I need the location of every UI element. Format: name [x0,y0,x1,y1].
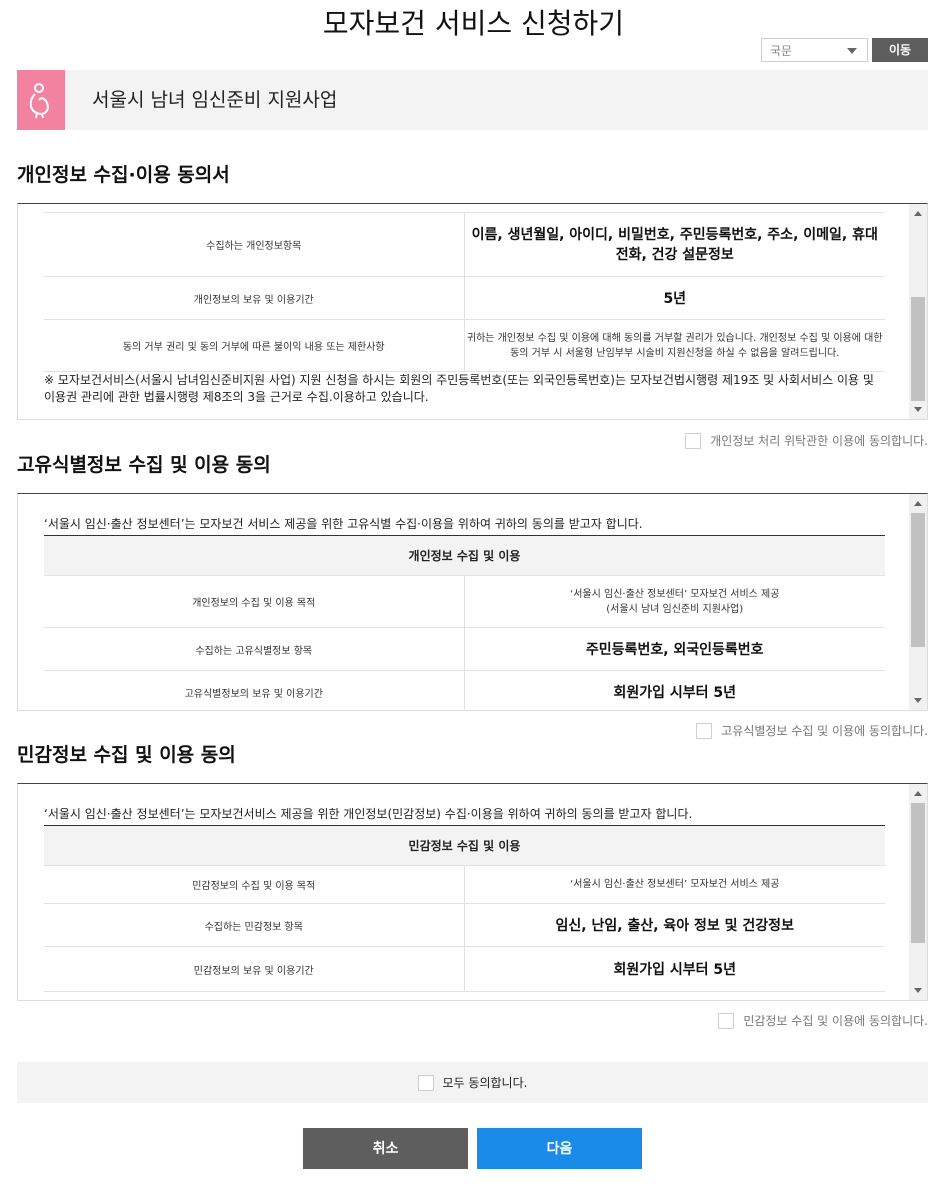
table-cell-label: 수집하는 고유식별정보 항목 [44,627,464,671]
scroll-down-icon[interactable] [914,988,922,993]
table-cell-value: 이름, 생년월일, 아이디, 비밀번호, 주민등록번호, 주소, 이메일, 휴대… [463,212,885,277]
service-banner: 서울시 남녀 임신준비 지원사업 [17,70,928,130]
agree-sensitive[interactable]: 민감정보 수집 및 이용에 동의합니다. [718,1012,928,1029]
section-title-unique-id: 고유식별정보 수집 및 이용 동의 [17,454,271,476]
scrollbar[interactable] [909,204,927,419]
table-cell-value: 귀하는 개인정보 수집 및 이용에 대해 동의를 거부할 권리가 있습니다. 개… [463,319,885,372]
table-cell-value: 임신, 난임, 출산, 육아 정보 및 건강정보 [463,903,885,947]
scroll-thumb[interactable] [911,297,925,401]
section-title-sensitive: 민감정보 수집 및 이용 동의 [17,744,236,766]
table-header: 민감정보 수집 및 이용 [44,825,885,866]
table-cell-label: 수집하는 민감정보 항목 [44,903,464,947]
table-row: 민감정보의 수집 및 이용 목적 ‘서울시 임신·출산 정보센터’ 모자보건 서… [44,865,885,904]
banner-title: 서울시 남녀 임신준비 지원사업 [92,89,338,111]
purpose-line-2: (서울시 남녀 임신준비 지원사업) [606,603,744,615]
table-cell-label: 개인정보의 보유 및 이용기간 [44,276,464,320]
agree-all[interactable]: 모두 동의합니다. [17,1062,928,1103]
agree-sensitive-checkbox[interactable] [718,1012,735,1029]
legal-note: ※ 모자보건서비스(서울시 남녀임신준비지원 사업) 지원 신청을 하시는 회원… [44,373,874,404]
sensitive-table: 민감정보 수집 및 이용 민감정보의 수집 및 이용 목적 ‘서울시 임신·출산… [44,825,885,992]
table-cell-value: 회원가입 시부터 5년 [463,946,885,992]
language-select-value: 국문 [770,44,793,58]
table-row: 개인정보의 수집 및 이용 목적 ‘서울시 임신·출산 정보센터’ 모자보건 서… [44,575,885,628]
sensitive-intro: ‘서울시 임신·출산 정보센터’는 모자보건서비스 제공을 위한 개인정보(민감… [44,807,693,821]
agree-privacy[interactable]: 개인정보 처리 위탁관한 이용에 동의합니다. [685,432,928,449]
table-row: 수집하는 민감정보 항목 임신, 난임, 출산, 육아 정보 및 건강정보 [44,903,885,947]
section-title-privacy: 개인정보 수집·이용 동의서 [17,164,230,186]
table-row: 고유식별정보의 보유 및 이용기간 회원가입 시부터 5년 [44,670,885,710]
table-cell-value: ‘서울시 임신·출산 정보센터’ 모자보건 서비스 제공 (서울시 남녀 임신준… [463,575,885,628]
scrollbar[interactable] [909,784,927,1000]
table-cell-label: 수집하는 개인정보항목 [44,212,464,277]
table-row: 민감정보의 보유 및 이용기간 회원가입 시부터 5년 [44,946,885,992]
page-title: 모자보건 서비스 신청하기 [322,7,625,40]
scroll-down-icon[interactable] [914,407,922,412]
next-button[interactable]: 다음 [477,1128,642,1169]
agree-privacy-checkbox[interactable] [685,432,702,449]
language-select[interactable]: 국문 [761,38,868,62]
table-cell-label: 고유식별정보의 보유 및 이용기간 [44,670,464,710]
table-header: 개인정보 수집 및 이용 [44,535,885,576]
table-cell-label: 개인정보의 수집 및 이용 목적 [44,575,464,628]
table-header-row: 민감정보 수집 및 이용 [44,825,885,866]
unique-id-intro: ‘서울시 임신·출산 정보센터’는 모자보건 서비스 제공을 위한 고유식별 수… [44,517,643,531]
table-cell-value: 회원가입 시부터 5년 [463,670,885,710]
table-header-row: 개인정보 수집 및 이용 [44,535,885,576]
scroll-down-icon[interactable] [914,698,922,703]
unique-id-consent-box[interactable]: ‘서울시 임신·출산 정보센터’는 모자보건 서비스 제공을 위한 고유식별 수… [17,493,928,711]
scroll-thumb[interactable] [911,803,925,943]
privacy-info-table: 수집하는 개인정보항목 이름, 생년월일, 아이디, 비밀번호, 주민등록번호,… [44,212,885,372]
chevron-down-icon [847,48,857,54]
unique-id-table: 개인정보 수집 및 이용 개인정보의 수집 및 이용 목적 ‘서울시 임신·출산… [44,535,885,710]
sensitive-consent-box[interactable]: ‘서울시 임신·출산 정보센터’는 모자보건서비스 제공을 위한 개인정보(민감… [17,783,928,1001]
agree-sensitive-label: 민감정보 수집 및 이용에 동의합니다. [743,1014,928,1028]
cancel-button[interactable]: 취소 [303,1128,468,1169]
table-cell-value: 5년 [463,276,885,320]
table-row: 개인정보의 보유 및 이용기간 5년 [44,276,885,320]
scroll-up-icon[interactable] [914,211,922,216]
pregnant-woman-icon [17,70,65,130]
scroll-up-icon[interactable] [914,791,922,796]
go-button[interactable]: 이동 [872,38,928,62]
agree-all-checkbox[interactable] [417,1074,434,1091]
table-row: 동의 거부 권리 및 동의 거부에 따른 불이익 내용 또는 제한사항 귀하는 … [44,319,885,372]
scrollbar[interactable] [909,494,927,710]
privacy-consent-box[interactable]: 수집하는 개인정보항목 이름, 생년월일, 아이디, 비밀번호, 주민등록번호,… [17,203,928,420]
table-cell-label: 민감정보의 보유 및 이용기간 [44,946,464,992]
table-cell-label: 동의 거부 권리 및 동의 거부에 따른 불이익 내용 또는 제한사항 [44,319,464,372]
table-row: 수집하는 개인정보항목 이름, 생년월일, 아이디, 비밀번호, 주민등록번호,… [44,212,885,277]
scroll-thumb[interactable] [911,513,925,647]
agree-privacy-label: 개인정보 처리 위탁관한 이용에 동의합니다. [710,434,928,448]
purpose-line-1: ‘서울시 임신·출산 정보센터’ 모자보건 서비스 제공 [570,588,780,600]
table-cell-value: 주민등록번호, 외국인등록번호 [463,627,885,671]
scroll-up-icon[interactable] [914,501,922,506]
table-cell-value: ‘서울시 임신·출산 정보센터’ 모자보건 서비스 제공 [463,865,885,904]
table-cell-label: 민감정보의 수집 및 이용 목적 [44,865,464,904]
agree-all-label: 모두 동의합니다. [442,1076,528,1090]
agree-unique-id-checkbox[interactable] [696,722,713,739]
table-row: 수집하는 고유식별정보 항목 주민등록번호, 외국인등록번호 [44,627,885,671]
agree-unique-id[interactable]: 고유식별정보 수집 및 이용에 동의합니다. [696,722,928,739]
agree-unique-id-label: 고유식별정보 수집 및 이용에 동의합니다. [721,724,928,738]
